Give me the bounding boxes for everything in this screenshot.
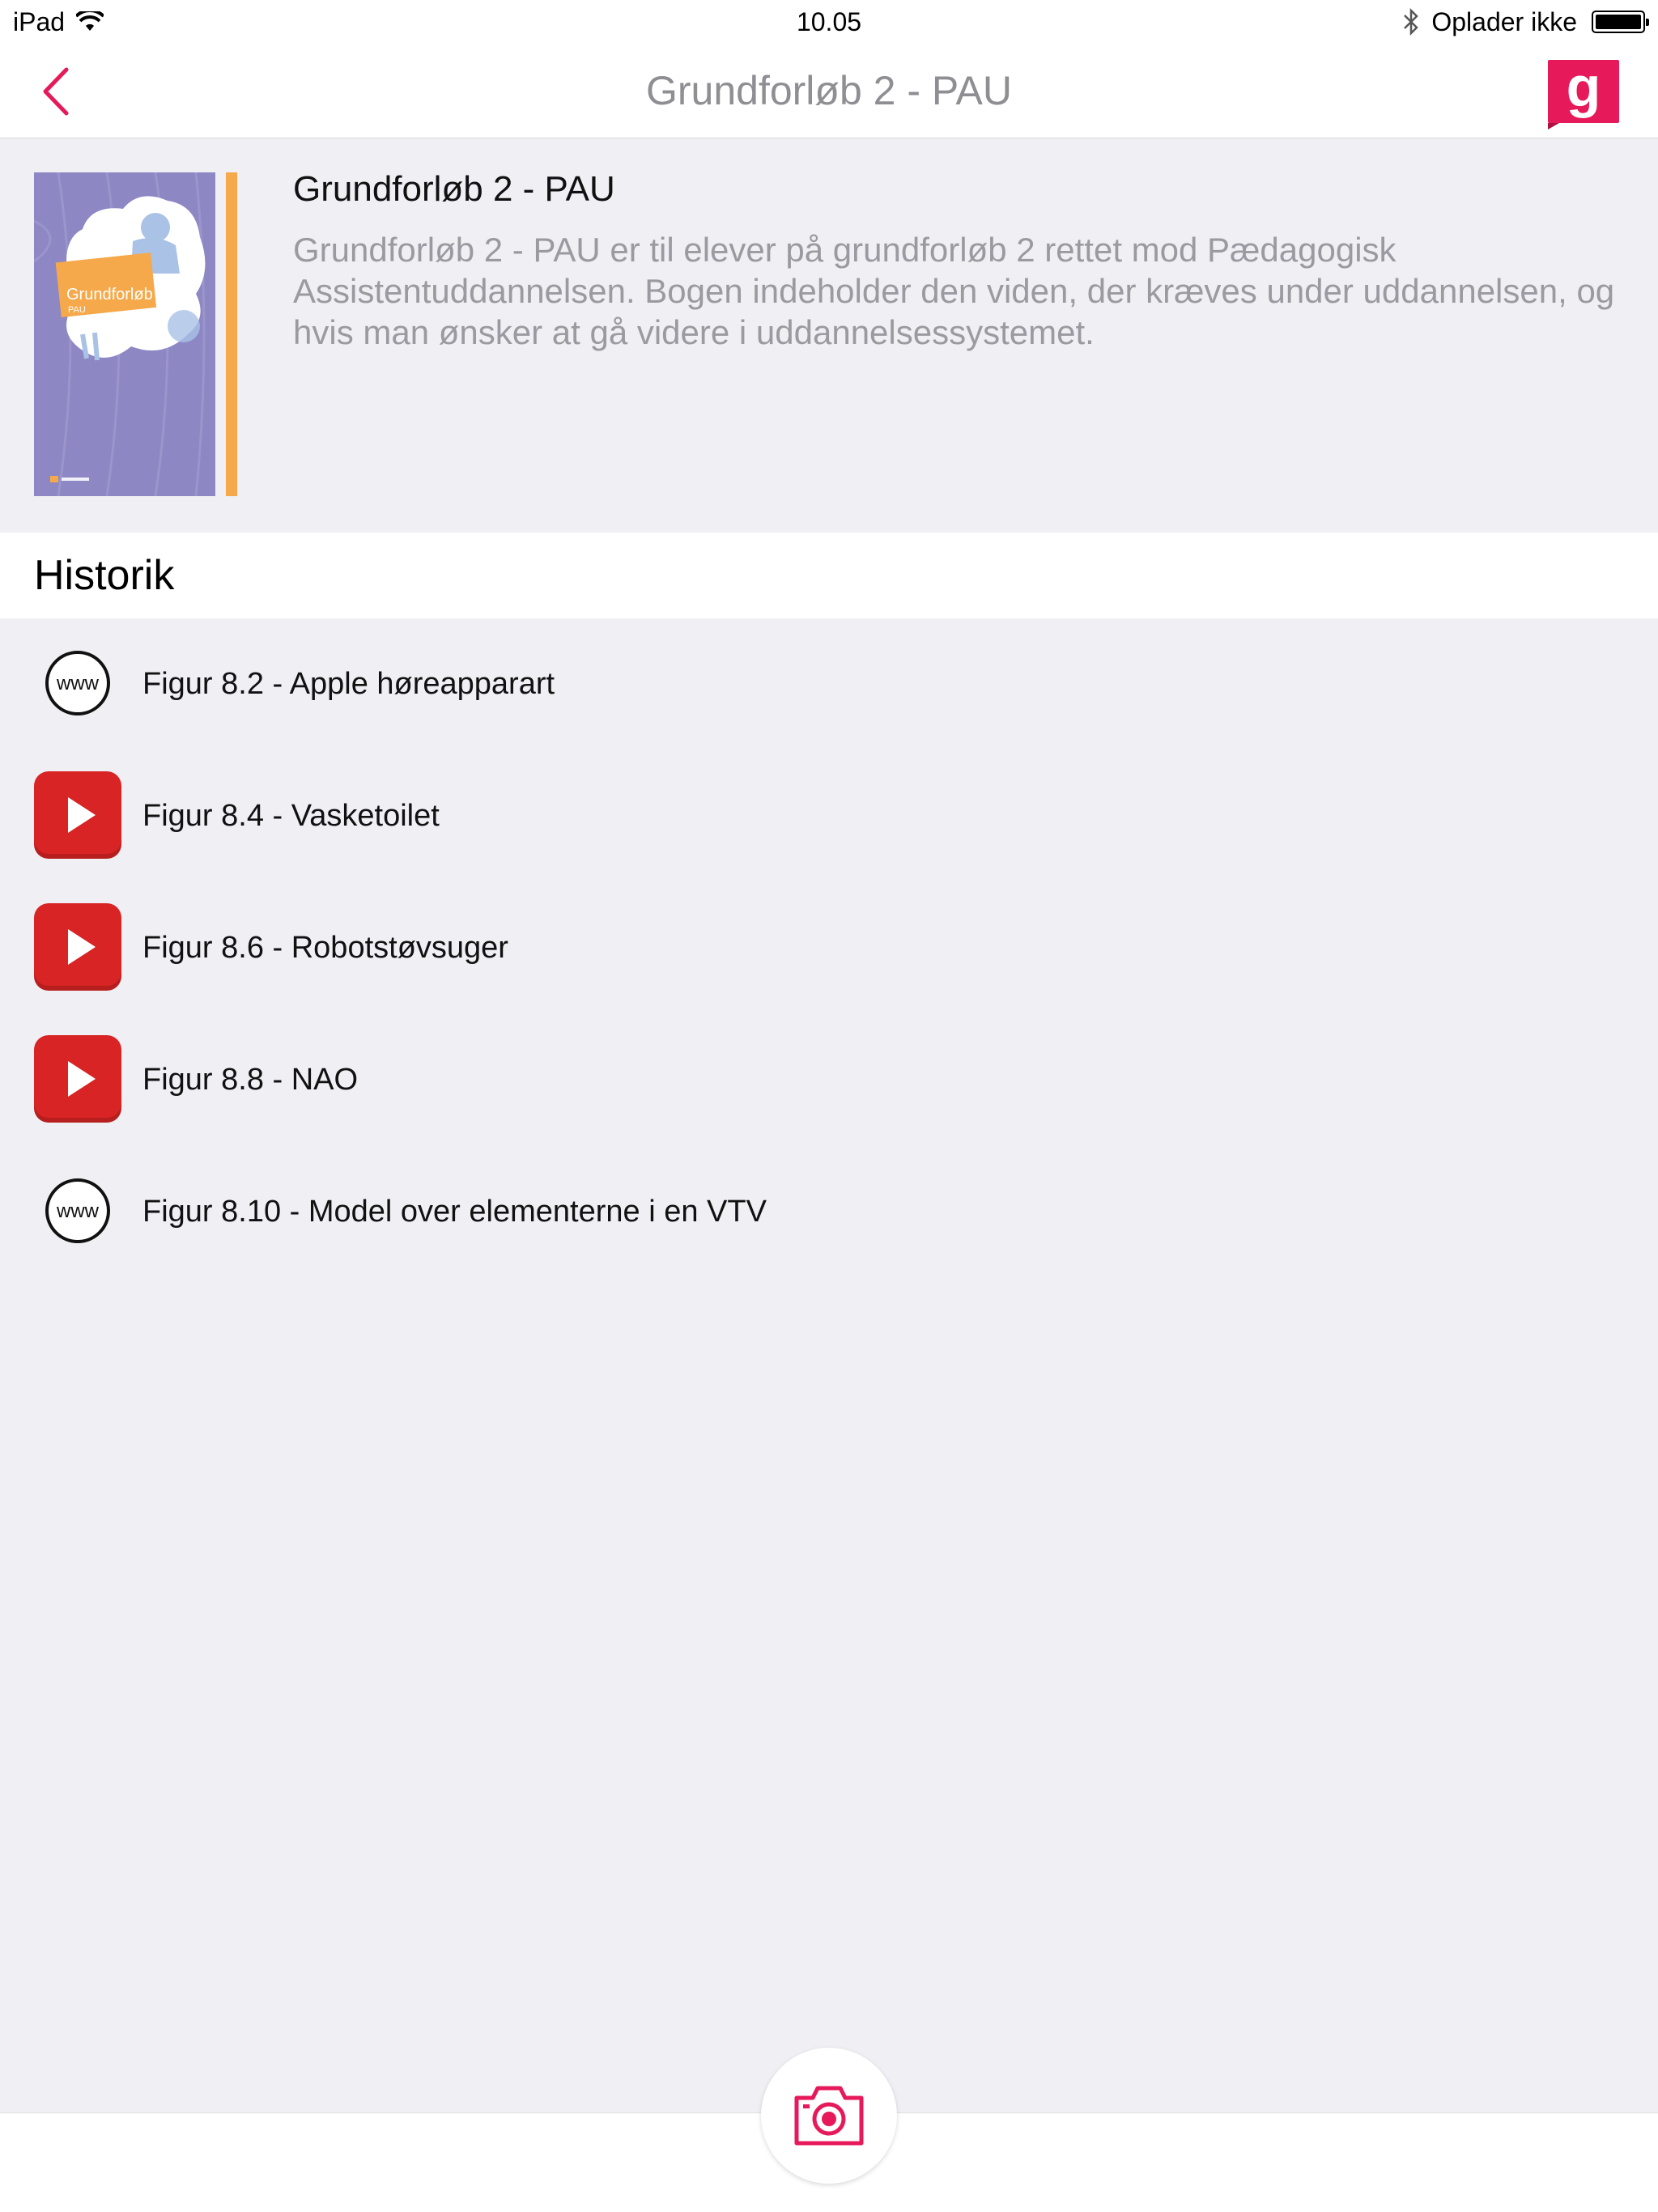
bluetooth-icon (1404, 8, 1419, 36)
history-item[interactable]: www Figur 8.2 - Apple høreapparart (0, 618, 1658, 750)
history-item-label: Figur 8.2 - Apple høreapparart (142, 667, 555, 701)
history-item[interactable]: Figur 8.8 - NAO (0, 1014, 1658, 1146)
history-item-label: Figur 8.4 - Vasketoilet (142, 799, 440, 833)
camera-icon (794, 2086, 864, 2146)
svg-text:www: www (56, 673, 100, 694)
youtube-play-icon (34, 771, 121, 859)
cover-subtitle-text: PAU (68, 305, 86, 315)
book-title: Grundforløb 2 - PAU (293, 169, 615, 209)
cover-title-text: Grundforløb 2 (66, 286, 166, 304)
book-cover[interactable]: Grundforløb 2 PAU (34, 172, 215, 496)
battery-icon (1592, 11, 1649, 33)
history-item-label: Figur 8.6 - Robotstøvsuger (142, 931, 508, 965)
history-title: Historik (34, 552, 175, 599)
charging-status: Oplader ikke (1431, 7, 1577, 36)
youtube-play-icon (34, 1035, 121, 1123)
book-description: Grundforløb 2 - PAU er til elever på gru… (293, 231, 1615, 351)
svg-text:www: www (56, 1200, 100, 1222)
history-item-label: Figur 8.8 - NAO (142, 1063, 359, 1097)
camera-button[interactable] (761, 2048, 897, 2184)
history-item[interactable]: Figur 8.6 - Robotstøvsuger (0, 882, 1658, 1014)
history-item[interactable]: www Figur 8.10 - Model over elementerne … (0, 1146, 1658, 1278)
page-title: Grundforløb 2 - PAU (645, 68, 1012, 113)
history-section-header: Historik (0, 533, 1658, 618)
book-header: Grundforløb 2 PAU Grundforløb 2 - PAU Gr… (0, 138, 1658, 533)
status-bar: iPad 10.05 Oplader ikke (0, 0, 1658, 44)
book-cover-illustration: Grundforløb 2 PAU (34, 172, 215, 496)
www-icon: www (45, 651, 110, 715)
book-cover-spine (226, 172, 237, 496)
history-item[interactable]: Figur 8.4 - Vasketoilet (0, 750, 1658, 882)
youtube-play-icon (34, 903, 121, 991)
www-icon: www (45, 1178, 110, 1243)
history-item-label: Figur 8.10 - Model over elementerne i en… (142, 1195, 767, 1229)
history-list: www Figur 8.2 - Apple høreapparart Figur… (0, 618, 1658, 1278)
gyldendal-logo[interactable]: g (1548, 58, 1619, 129)
navigation-bar: Grundforløb 2 - PAU g (0, 44, 1658, 138)
